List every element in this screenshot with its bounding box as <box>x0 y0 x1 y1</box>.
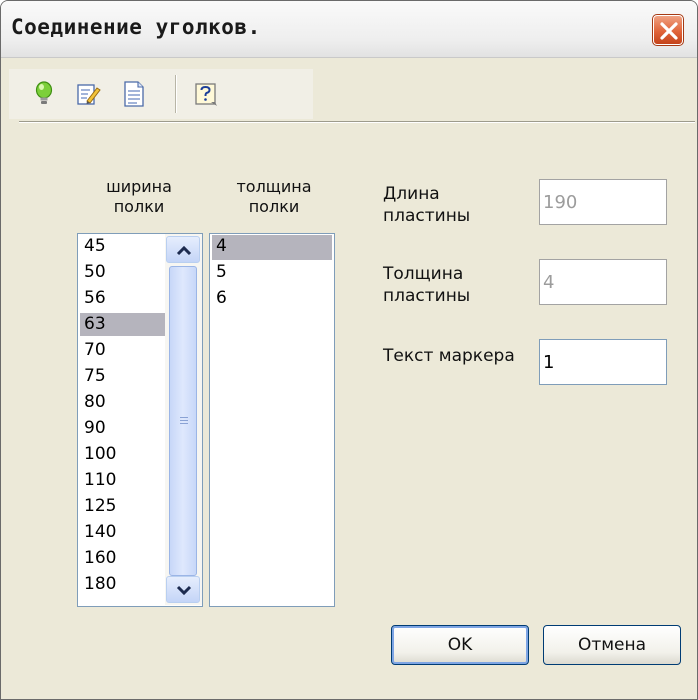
marker-text-label: Текст маркера <box>383 346 515 366</box>
shelf-width-scrollbar[interactable] <box>165 234 202 605</box>
list-item-selected[interactable]: 4 <box>216 236 227 257</box>
list-item[interactable]: 90 <box>84 418 106 439</box>
list-item[interactable]: 110 <box>84 470 116 491</box>
dialog-window: Соединение уголков. ширина полки толщина… <box>0 0 698 700</box>
list-item-selected[interactable]: 63 <box>84 314 106 335</box>
list-item[interactable]: 6 <box>216 288 227 309</box>
close-icon <box>660 22 678 40</box>
window-title: Соединение уголков. <box>11 15 261 39</box>
list-item[interactable]: 125 <box>84 496 116 517</box>
list-item[interactable]: 70 <box>84 340 106 361</box>
thumb-grip <box>180 417 188 418</box>
list-item[interactable]: 160 <box>84 548 116 569</box>
thumb-grip <box>180 420 188 421</box>
edit-document-button[interactable] <box>73 79 103 109</box>
list-item[interactable]: 80 <box>84 392 106 413</box>
lightbulb-icon <box>35 81 53 104</box>
toolbar-divider <box>19 121 695 123</box>
title-bar[interactable]: Соединение уголков. <box>1 1 697 58</box>
toolbar-separator <box>175 75 177 113</box>
document-button[interactable] <box>119 79 149 109</box>
toolbar <box>9 69 313 119</box>
list-item[interactable]: 56 <box>84 288 106 309</box>
lightbulb-button[interactable] <box>29 79 59 109</box>
help-button[interactable] <box>191 79 221 109</box>
scroll-down-button[interactable] <box>166 576 200 603</box>
list-item[interactable]: 100 <box>84 444 116 465</box>
scroll-up-button[interactable] <box>166 236 200 263</box>
marker-text-field[interactable]: 1 <box>539 339 667 385</box>
selection-highlight <box>212 235 332 260</box>
chevron-up-icon <box>176 245 192 256</box>
shelf-thickness-list[interactable]: 4 5 6 <box>209 233 335 607</box>
list-item[interactable]: 45 <box>84 236 106 257</box>
ok-button[interactable]: OK <box>391 625 529 665</box>
edit-document-icon <box>77 84 101 105</box>
document-icon <box>124 81 144 107</box>
plate-thickness-label: Толщина пластины <box>383 264 471 306</box>
plate-length-label: Длина пластины <box>383 184 471 226</box>
thumb-grip <box>180 423 188 424</box>
cancel-button[interactable]: Отмена <box>543 625 681 665</box>
list-item[interactable]: 180 <box>84 574 116 595</box>
list-item[interactable]: 75 <box>84 366 106 387</box>
scroll-thumb[interactable] <box>169 266 197 576</box>
close-button[interactable] <box>652 14 684 46</box>
list-item[interactable]: 5 <box>216 262 227 283</box>
help-icon <box>195 83 217 106</box>
shelf-thickness-header: толщина полки <box>236 177 312 216</box>
plate-length-field: 190 <box>539 179 667 225</box>
chevron-down-icon <box>176 585 192 596</box>
shelf-width-header: ширина полки <box>106 177 172 216</box>
list-item[interactable]: 50 <box>84 262 106 283</box>
list-item[interactable]: 140 <box>84 522 116 543</box>
plate-thickness-field: 4 <box>539 259 667 305</box>
